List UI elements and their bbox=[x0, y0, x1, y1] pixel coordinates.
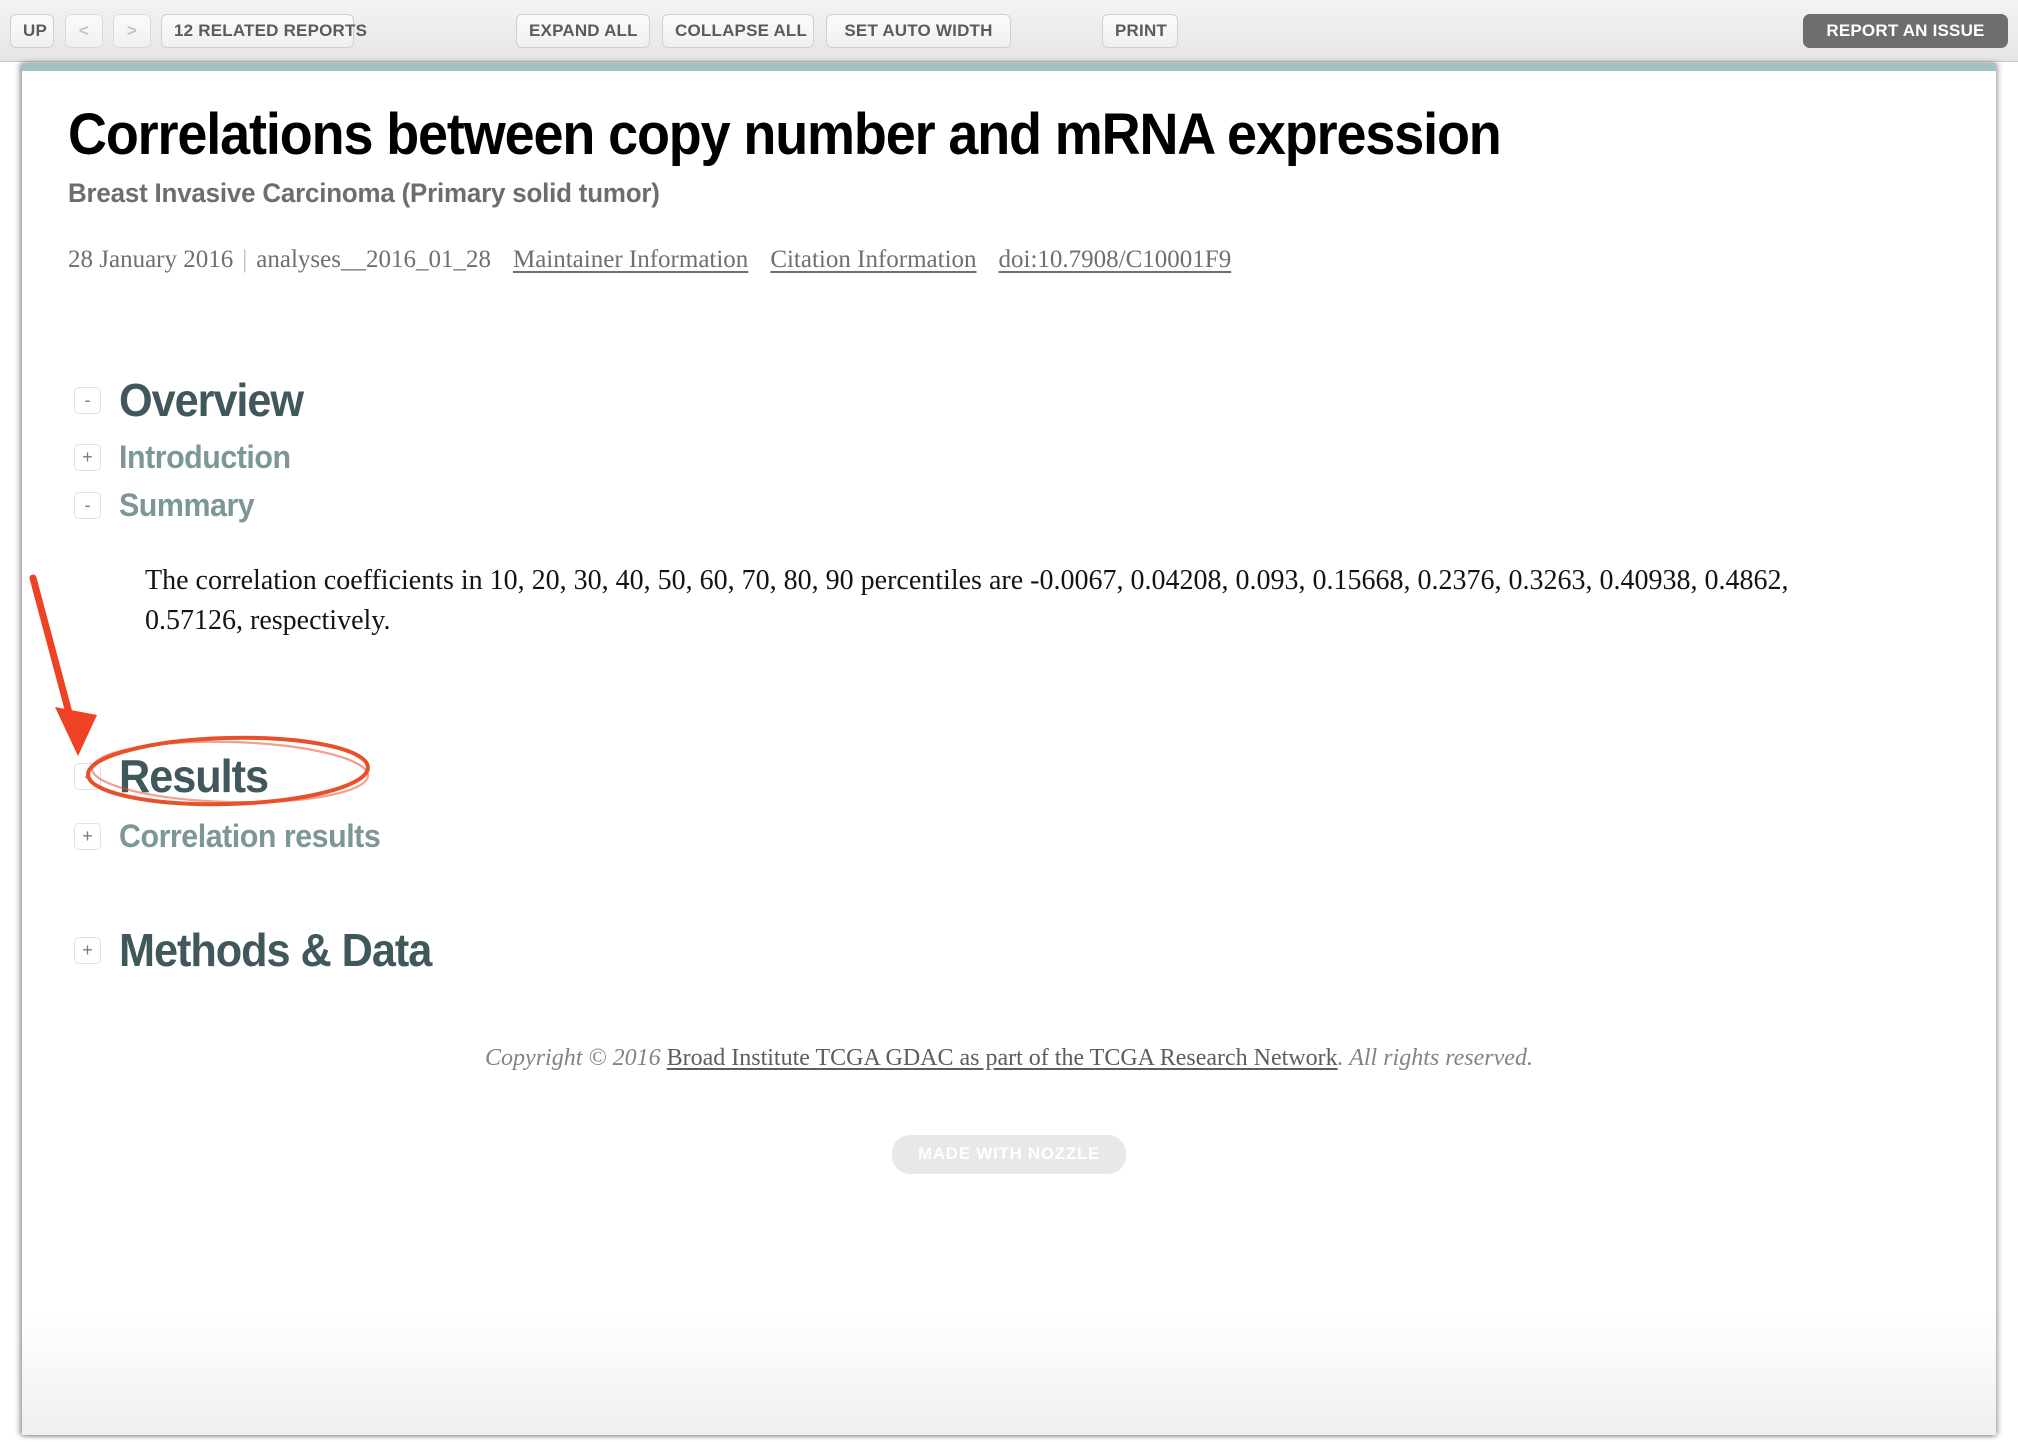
introduction-expand-toggle[interactable]: + bbox=[74, 444, 101, 471]
citation-information-link[interactable]: Citation Information bbox=[770, 246, 976, 273]
overview-collapse-toggle[interactable]: - bbox=[74, 386, 101, 414]
set-auto-width-button[interactable]: SET AUTO WIDTH bbox=[826, 14, 1011, 48]
made-with-nozzle-badge[interactable]: MADE WITH NOZZLE bbox=[891, 1135, 1127, 1174]
correlation-results-label[interactable]: Correlation results bbox=[119, 818, 381, 855]
report-page: Correlations between copy number and mRN… bbox=[22, 63, 1996, 1435]
publication-date: 28 January 2016 bbox=[68, 246, 234, 273]
results-collapse-toggle[interactable]: - bbox=[74, 762, 101, 790]
print-button[interactable]: PRINT bbox=[1102, 14, 1178, 48]
section-correlation-results: + Correlation results bbox=[74, 818, 394, 855]
section-summary: - Summary bbox=[74, 487, 261, 524]
summary-paragraph: The correlation coefficients in 10, 20, … bbox=[145, 565, 1789, 636]
correlation-results-expand-toggle[interactable]: + bbox=[74, 823, 101, 850]
copyright-suffix: . All rights reserved. bbox=[1337, 1045, 1533, 1071]
top-toolbar: UP < > 12 RELATED REPORTS EXPAND ALL COL… bbox=[0, 0, 2018, 62]
document-metadata: 28 January 2016 | analyses__2016_01_28 Main… bbox=[68, 246, 1231, 274]
page-bottom-fade bbox=[22, 1315, 1996, 1435]
section-methods-and-data: + Methods & Data bbox=[74, 923, 451, 977]
doi-link[interactable]: doi:10.7908/C10001F9 bbox=[999, 246, 1232, 273]
expand-all-button[interactable]: EXPAND ALL bbox=[516, 14, 650, 48]
report-an-issue-button[interactable]: REPORT AN ISSUE bbox=[1803, 14, 2008, 48]
meta-separator: | bbox=[242, 246, 248, 273]
methods-and-data-expand-toggle[interactable]: + bbox=[74, 936, 101, 964]
page-title: Correlations between copy number and mRN… bbox=[68, 102, 1502, 167]
related-reports-button[interactable]: 12 RELATED REPORTS bbox=[161, 14, 367, 48]
broad-institute-link[interactable]: Broad Institute TCGA GDAC as part of the… bbox=[667, 1045, 1338, 1071]
up-button[interactable]: UP bbox=[10, 14, 54, 48]
results-heading: Results bbox=[119, 750, 269, 802]
summary-collapse-toggle[interactable]: - bbox=[74, 492, 101, 519]
previous-report-button[interactable]: < bbox=[65, 14, 103, 48]
next-report-button[interactable]: > bbox=[113, 14, 151, 48]
section-introduction: + Introduction bbox=[74, 439, 300, 476]
copyright-prefix: Copyright © 2016 bbox=[485, 1045, 667, 1071]
section-overview: - Overview bbox=[74, 373, 315, 427]
summary-heading[interactable]: Summary bbox=[119, 487, 255, 524]
collapse-all-button[interactable]: COLLAPSE ALL bbox=[662, 14, 814, 48]
pipeline-run-id: analyses__2016_01_28 bbox=[256, 246, 491, 273]
maintainer-information-link[interactable]: Maintainer Information bbox=[513, 246, 748, 273]
methods-and-data-heading: Methods & Data bbox=[119, 924, 432, 976]
section-results: - Results bbox=[74, 749, 277, 803]
page-subtitle: Breast Invasive Carcinoma (Primary solid… bbox=[68, 178, 660, 208]
nozzle-badge-container: MADE WITH NOZZLE bbox=[22, 1135, 1996, 1174]
introduction-heading[interactable]: Introduction bbox=[119, 439, 291, 476]
copyright-footer: Copyright © 2016 Broad Institute TCGA GD… bbox=[22, 1045, 1996, 1072]
overview-heading: Overview bbox=[119, 374, 304, 426]
